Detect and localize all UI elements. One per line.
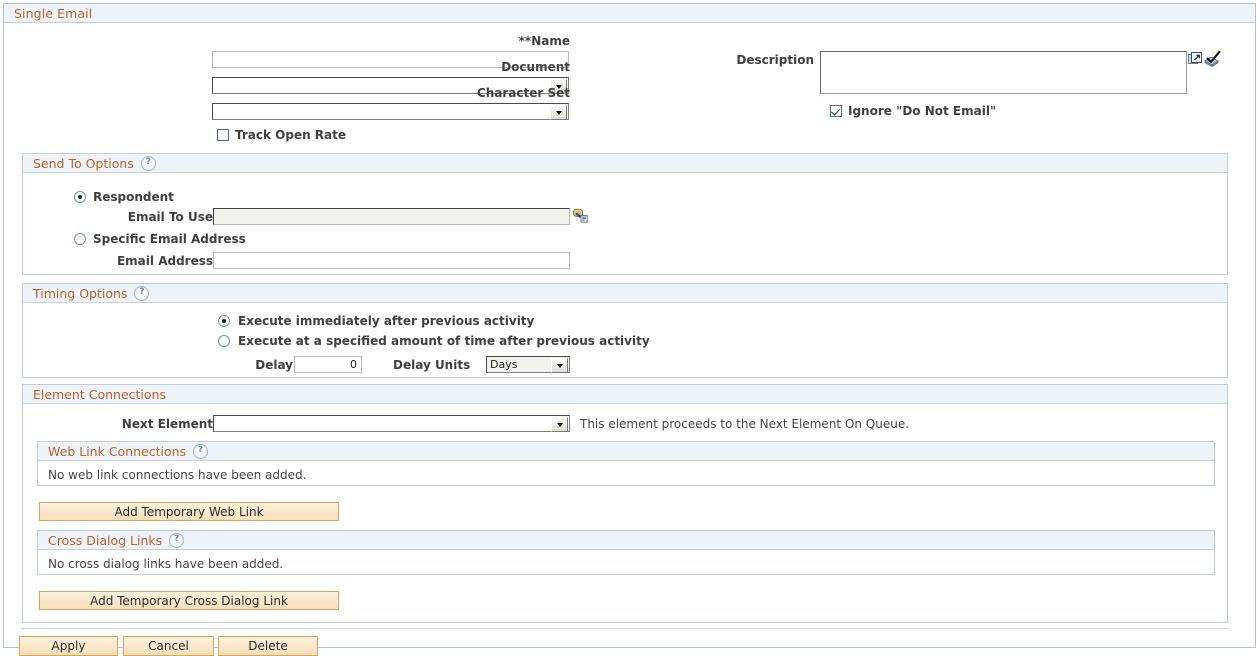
web-link-connections-title: Web Link Connections (48, 443, 187, 459)
add-temporary-cross-dialog-link-label: Add Temporary Cross Dialog Link (90, 593, 288, 608)
delay-units-label-row: Delay Units (393, 358, 470, 372)
panel-header: Single Email (4, 4, 1255, 23)
description-row: Description (644, 53, 814, 67)
email-address-label-row: Email Address (23, 254, 213, 268)
single-email-editor: Single Email **Name Document Character S… (0, 0, 1259, 656)
element-connections-section: Element Connections Next Element This el… (22, 384, 1228, 623)
track-open-rate-checkbox[interactable] (217, 129, 229, 141)
delete-button[interactable]: Delete (218, 636, 318, 656)
character-set-row: Character Set (4, 86, 570, 100)
respondent-label: Respondent (93, 190, 174, 204)
help-icon[interactable]: ? (193, 443, 209, 459)
cross-dialog-links-title: Cross Dialog Links (48, 532, 163, 548)
email-to-use-label: Email To Use (127, 210, 213, 224)
track-open-rate-row[interactable]: Track Open Rate (217, 128, 346, 142)
send-to-options-title: Send To Options (33, 155, 134, 171)
email-address-label: Email Address (116, 254, 213, 268)
timing-options-section: Timing Options ? Execute immediately aft… (22, 283, 1228, 378)
execute-delayed-label: Execute at a specified amount of time af… (238, 334, 650, 348)
add-temporary-web-link-button[interactable]: Add Temporary Web Link (39, 502, 339, 521)
execute-delayed-radio[interactable] (218, 335, 230, 347)
element-connections-header: Element Connections (23, 385, 1227, 404)
timing-options-header: Timing Options ? (23, 284, 1227, 303)
add-temporary-web-link-label: Add Temporary Web Link (114, 504, 264, 519)
ignore-do-not-email-checkbox[interactable] (830, 105, 842, 117)
timing-options-title: Timing Options (33, 285, 128, 301)
single-email-panel: Single Email **Name Document Character S… (3, 3, 1256, 656)
respondent-radio-row[interactable]: Respondent (74, 190, 174, 204)
specific-email-radio[interactable] (74, 233, 86, 245)
next-element-label: Next Element (121, 417, 213, 431)
web-link-connections-panel: Web Link Connections ? No web link conne… (37, 441, 1215, 486)
delay-units-value: Days (490, 358, 518, 371)
web-link-connections-header: Web Link Connections ? (38, 442, 1214, 461)
delay-label-row: Delay (23, 358, 293, 372)
email-to-use-label-row: Email To Use (23, 210, 213, 224)
description-label: Description (736, 53, 814, 67)
execute-immediately-label: Execute immediately after previous activ… (238, 314, 535, 328)
next-element-select[interactable] (213, 415, 570, 432)
delay-units-select[interactable]: Days (486, 356, 570, 373)
track-open-rate-label: Track Open Rate (235, 128, 347, 142)
chevron-down-icon[interactable] (550, 105, 567, 120)
description-textarea[interactable] (820, 51, 1187, 94)
execute-immediately-row[interactable]: Execute immediately after previous activ… (218, 314, 534, 328)
delay-units-label: Delay Units (393, 358, 471, 372)
document-label: Document (501, 60, 570, 74)
expand-popup-icon[interactable] (1188, 52, 1203, 66)
specific-email-label: Specific Email Address (93, 232, 246, 246)
page-title: Single Email (14, 5, 93, 21)
cross-dialog-links-header: Cross Dialog Links ? (38, 531, 1214, 550)
add-temporary-cross-dialog-link-button[interactable]: Add Temporary Cross Dialog Link (39, 591, 339, 610)
spell-check-icon[interactable] (1203, 50, 1221, 68)
email-to-use-input[interactable] (213, 208, 570, 225)
name-label: **Name (518, 34, 570, 48)
cancel-button[interactable]: Cancel (123, 636, 214, 656)
cross-dialog-links-body: No cross dialog links have been added. (38, 550, 1214, 571)
element-connections-title: Element Connections (33, 386, 166, 402)
chevron-down-icon[interactable] (551, 358, 568, 373)
help-icon[interactable]: ? (169, 532, 185, 548)
help-icon[interactable]: ? (134, 285, 150, 301)
name-row: **Name (4, 34, 570, 48)
help-icon[interactable]: ? (140, 155, 156, 171)
footer-divider (21, 628, 1229, 629)
ignore-do-not-email-row[interactable]: Ignore "Do Not Email" (830, 104, 996, 118)
delay-input[interactable] (294, 356, 362, 373)
send-to-options-header: Send To Options ? (23, 154, 1227, 173)
respondent-radio[interactable] (74, 191, 86, 203)
next-element-label-row: Next Element (23, 417, 213, 431)
cross-dialog-empty-text: No cross dialog links have been added. (48, 557, 284, 571)
next-element-note: This element proceeds to the Next Elemen… (580, 417, 910, 431)
specific-email-radio-row[interactable]: Specific Email Address (74, 232, 246, 246)
chevron-down-icon[interactable] (551, 417, 568, 432)
web-link-empty-text: No web link connections have been added. (48, 468, 307, 482)
send-to-options-section: Send To Options ? Respondent Email To Us… (22, 153, 1228, 275)
delay-label: Delay (255, 358, 293, 372)
cross-dialog-links-panel: Cross Dialog Links ? No cross dialog lin… (37, 530, 1215, 575)
email-address-input[interactable] (213, 252, 570, 269)
field-picker-icon[interactable] (572, 207, 588, 223)
character-set-label: Character Set (476, 86, 570, 100)
execute-delayed-row[interactable]: Execute at a specified amount of time af… (218, 334, 650, 348)
apply-button[interactable]: Apply (19, 636, 118, 656)
document-row: Document (4, 60, 570, 74)
character-set-select[interactable] (212, 103, 569, 120)
web-link-connections-body: No web link connections have been added. (38, 461, 1214, 482)
ignore-do-not-email-label: Ignore "Do Not Email" (848, 104, 997, 118)
execute-immediately-radio[interactable] (218, 315, 230, 327)
